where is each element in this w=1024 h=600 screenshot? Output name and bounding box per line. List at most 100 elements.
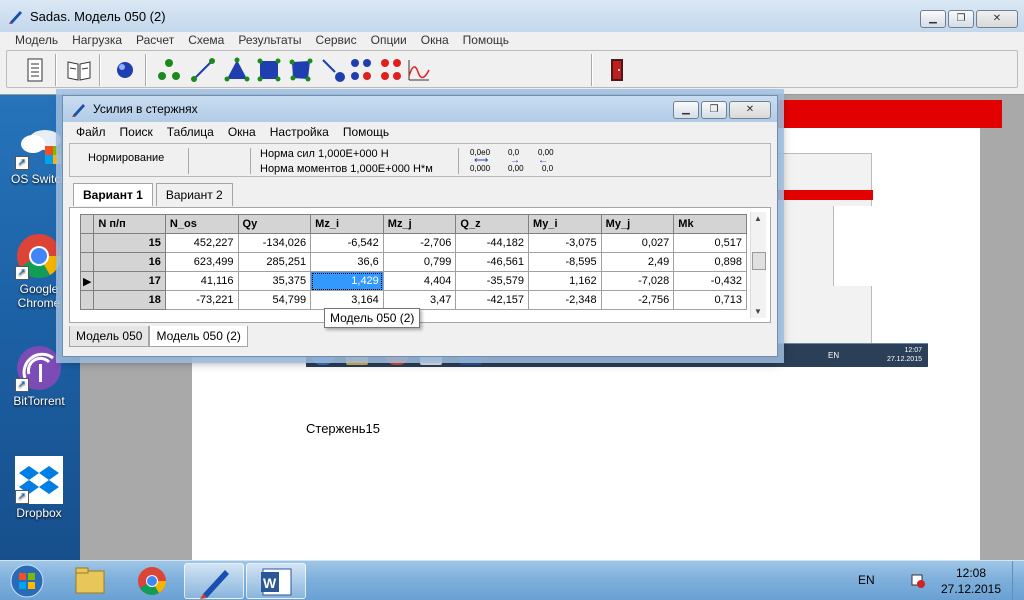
table-cell[interactable]: -46,561 <box>455 252 530 272</box>
row-number[interactable]: 17 <box>93 271 166 291</box>
table-cell[interactable]: 3,164 <box>310 290 384 310</box>
table-cell[interactable]: 0,027 <box>600 233 675 253</box>
dlg-menu-windows[interactable]: Окна <box>221 124 263 142</box>
table-cell[interactable]: 36,6 <box>310 252 384 272</box>
table-row[interactable]: ▶ 17 41,116 35,375 1,429 4,404 -35,579 1,162 -7,… <box>79 271 747 291</box>
col-header[interactable]: Qy <box>237 214 312 234</box>
table-cell[interactable]: 35,375 <box>237 271 312 291</box>
dialog-minimize-button[interactable]: ▁ <box>673 101 699 119</box>
scroll-down-icon[interactable]: ▼ <box>754 307 762 316</box>
menu-results[interactable]: Результаты <box>231 32 308 50</box>
nodes-icon[interactable] <box>155 56 183 84</box>
triangle-element-icon[interactable] <box>223 56 251 84</box>
col-header[interactable]: Mz_i <box>310 214 384 234</box>
close-button[interactable]: ✕ <box>976 10 1018 28</box>
network-flag-icon[interactable] <box>910 573 926 589</box>
table-row[interactable]: 16 623,499 285,251 36,6 0,799 -46,561 -8,595 2,… <box>79 252 747 272</box>
sphere-icon[interactable] <box>111 56 139 84</box>
table-cell[interactable]: 623,499 <box>164 252 239 272</box>
dlg-menu-help[interactable]: Помощь <box>336 124 396 142</box>
table-cell[interactable]: 0,517 <box>673 233 747 253</box>
tab-variant-1[interactable]: Вариант 1 <box>73 183 153 206</box>
col-header[interactable]: N_os <box>164 214 239 234</box>
table-cell[interactable]: 54,799 <box>237 290 312 310</box>
table-cell[interactable]: -44,182 <box>455 233 530 253</box>
row-indicator[interactable] <box>79 233 95 253</box>
dialog-restore-button[interactable]: ❐ <box>701 101 727 119</box>
clock[interactable]: 12:08 27.12.2015 <box>940 565 1002 597</box>
minimize-button[interactable]: ▁ <box>920 10 946 28</box>
table-cell[interactable]: -2,348 <box>528 290 602 310</box>
dlg-menu-settings[interactable]: Настройка <box>263 124 336 142</box>
load-arrow-icon[interactable] <box>319 56 347 84</box>
table-cell[interactable]: 452,227 <box>164 233 239 253</box>
vertical-scrollbar[interactable]: ▲ ▼ <box>750 212 766 318</box>
table-cell[interactable]: -42,157 <box>455 290 530 310</box>
graph-icon[interactable] <box>405 56 433 84</box>
col-header[interactable]: N п/п <box>93 214 166 234</box>
table-cell[interactable]: 4,404 <box>382 271 457 291</box>
menu-scheme[interactable]: Схема <box>181 32 231 50</box>
col-header[interactable]: My_j <box>600 214 675 234</box>
menu-model[interactable]: Модель <box>8 32 65 50</box>
number-format-icons[interactable]: 0,0e0 0,0 0,00 ⟷ → ← 0,000 0,00 0,0 <box>466 146 558 176</box>
taskbar-sadas[interactable] <box>184 563 244 599</box>
menu-calc[interactable]: Расчет <box>129 32 181 50</box>
dlg-menu-file[interactable]: Файл <box>69 124 113 142</box>
table-cell[interactable]: -8,595 <box>528 252 602 272</box>
book-icon[interactable] <box>65 56 93 84</box>
scroll-up-icon[interactable]: ▲ <box>754 214 762 223</box>
tab-model-050[interactable]: Модель 050 <box>69 326 150 347</box>
row-number[interactable]: 16 <box>93 252 166 272</box>
col-header[interactable]: Q_z <box>455 214 530 234</box>
table-cell[interactable]: 1,162 <box>528 271 602 291</box>
col-header[interactable]: Mk <box>673 214 747 234</box>
red-nodes-icon[interactable] <box>377 56 405 84</box>
quad-element-icon[interactable] <box>255 56 283 84</box>
tab-variant-2[interactable]: Вариант 2 <box>155 183 233 206</box>
table-cell[interactable]: -73,221 <box>164 290 239 310</box>
row-number[interactable]: 15 <box>93 233 166 253</box>
exit-door-icon[interactable] <box>603 56 631 84</box>
current-row-indicator-icon[interactable]: ▶ <box>79 271 95 291</box>
table-cell[interactable]: 285,251 <box>237 252 312 272</box>
table-cell[interactable]: 0,799 <box>382 252 457 272</box>
document-list-icon[interactable] <box>21 56 49 84</box>
start-button[interactable] <box>4 563 50 599</box>
table-cell[interactable]: -134,026 <box>237 233 312 253</box>
dlg-menu-search[interactable]: Поиск <box>113 124 160 142</box>
table-cell[interactable]: -0,432 <box>673 271 747 291</box>
tab-model-050-2[interactable]: Модель 050 (2) <box>149 326 248 347</box>
dlg-menu-table[interactable]: Таблица <box>160 124 221 142</box>
menu-load[interactable]: Нагрузка <box>65 32 129 50</box>
shell-element-icon[interactable] <box>287 56 315 84</box>
bar-element-icon[interactable] <box>189 56 217 84</box>
desktop-icon-dropbox[interactable]: ➚ Dropbox <box>6 456 72 520</box>
table-cell[interactable]: 0,898 <box>673 252 747 272</box>
menu-service[interactable]: Сервис <box>309 32 364 50</box>
language-indicator[interactable]: EN <box>858 573 875 587</box>
table-cell[interactable]: 0,713 <box>673 290 747 310</box>
table-cell[interactable]: 3,47 <box>382 290 457 310</box>
taskbar-explorer[interactable] <box>60 563 120 599</box>
row-number[interactable]: 18 <box>93 290 166 310</box>
taskbar-word[interactable]: W <box>246 563 306 599</box>
row-indicator[interactable] <box>79 252 95 272</box>
table-cell[interactable]: -2,756 <box>600 290 675 310</box>
show-desktop-button[interactable] <box>1012 561 1024 600</box>
menu-windows[interactable]: Окна <box>414 32 456 50</box>
blue-nodes-icon[interactable] <box>347 56 375 84</box>
table-cell[interactable]: -35,579 <box>455 271 530 291</box>
table-cell[interactable]: 1,429 <box>310 271 384 291</box>
table-row[interactable]: 18 -73,221 54,799 3,164 3,47 -42,157 -2,348 -2,… <box>79 290 747 310</box>
col-header[interactable]: My_i <box>528 214 602 234</box>
normalization-button[interactable]: Нормирование <box>88 152 164 164</box>
col-header[interactable]: Mz_j <box>382 214 457 234</box>
table-row[interactable]: 15 452,227 -134,026 -6,542 -2,706 -44,182 -3,0… <box>79 233 747 253</box>
dialog-close-button[interactable]: ✕ <box>729 101 771 119</box>
scroll-thumb[interactable] <box>752 252 766 270</box>
menu-options[interactable]: Опции <box>364 32 414 50</box>
table-cell[interactable]: -6,542 <box>310 233 384 253</box>
restore-button[interactable]: ❐ <box>948 10 974 28</box>
row-indicator[interactable] <box>79 290 95 310</box>
